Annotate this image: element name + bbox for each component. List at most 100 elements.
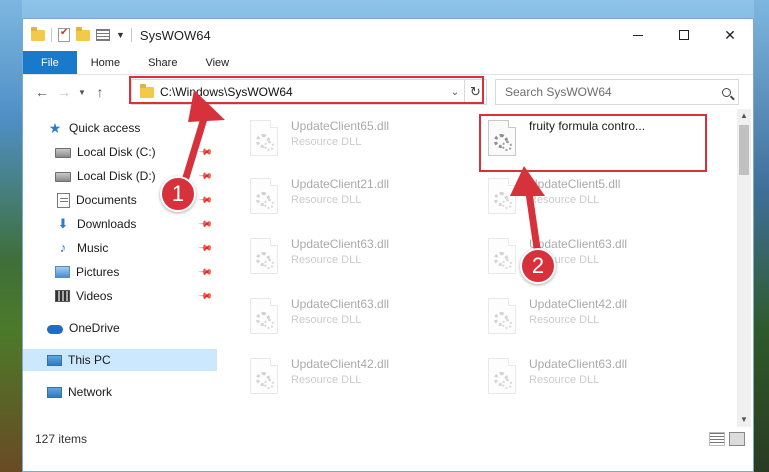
address-bar-highlight	[129, 76, 484, 104]
pin-icon[interactable]: 📌	[198, 144, 213, 160]
file-item[interactable]: UpdateClient63.dll Resource DLL	[485, 235, 707, 287]
music-icon: ♪	[59, 240, 67, 255]
back-arrow-icon[interactable]: ←	[31, 84, 53, 100]
scroll-up-icon[interactable]: ▲	[737, 109, 751, 123]
search-input[interactable]: Search SysWOW64	[496, 85, 714, 99]
view-icon[interactable]	[96, 29, 110, 41]
file-item[interactable]: UpdateClient65.dll Resource DLL	[247, 117, 469, 169]
scroll-thumb[interactable]	[739, 125, 749, 175]
file-item[interactable]: UpdateClient42.dll Resource DLL	[485, 295, 707, 347]
toolbar-divider	[51, 28, 52, 42]
file-name: UpdateClient42.dll	[291, 357, 390, 371]
dll-file-icon	[247, 120, 281, 160]
file-type: Resource DLL	[529, 314, 600, 326]
pin-icon[interactable]: 📌	[198, 240, 213, 256]
network-icon	[47, 386, 62, 398]
scroll-down-icon[interactable]: ▼	[737, 413, 751, 427]
close-button[interactable]: ✕	[707, 19, 753, 51]
documents-icon	[57, 192, 70, 208]
download-icon: ⬇	[57, 216, 69, 231]
sidebar-item-network[interactable]: Network	[23, 381, 217, 403]
customize-toolbar-chevron-icon[interactable]: ▼	[116, 30, 125, 40]
dll-file-icon	[247, 298, 281, 338]
star-icon: ★	[48, 120, 62, 136]
step-badge-2: 2	[520, 248, 556, 284]
pictures-icon	[55, 266, 70, 278]
minimize-icon	[633, 34, 643, 36]
dll-file-icon	[247, 178, 281, 218]
quick-access-toolbar: ▼	[23, 26, 132, 42]
file-item[interactable]: UpdateClient42.dll Resource DLL	[247, 355, 469, 407]
chevron-down-icon[interactable]: ▼	[75, 88, 89, 97]
pin-icon[interactable]: 📌	[198, 288, 213, 304]
sidebar-item-quick-access[interactable]: ★ Quick access	[23, 117, 217, 139]
file-name: UpdateClient63.dll	[291, 297, 390, 311]
title-bar: ▼ SysWOW64 ✕	[23, 19, 753, 51]
sidebar-item-onedrive[interactable]: OneDrive	[23, 317, 217, 339]
step-badge-1: 1	[160, 176, 196, 212]
maximize-button[interactable]	[661, 19, 707, 51]
minimize-button[interactable]	[615, 19, 661, 51]
sidebar-item-music[interactable]: ♪ Music 📌	[23, 237, 217, 259]
details-view-icon[interactable]	[709, 432, 725, 446]
pin-icon[interactable]: 📌	[198, 192, 213, 208]
view-toggles	[709, 432, 745, 446]
computer-icon	[47, 354, 62, 366]
window-title: SysWOW64	[139, 27, 211, 43]
pin-icon[interactable]: 📌	[198, 168, 213, 184]
disk-icon	[55, 172, 71, 182]
file-highlight	[479, 114, 707, 172]
tab-home[interactable]: Home	[77, 51, 134, 74]
ribbon-tabs: File Home Share View	[23, 51, 753, 75]
dll-file-icon	[485, 358, 519, 398]
desktop-background-left	[0, 0, 22, 472]
file-type: Resource DLL	[291, 136, 362, 148]
search-icon[interactable]	[714, 87, 738, 97]
tab-view[interactable]: View	[191, 51, 243, 74]
tab-share[interactable]: Share	[134, 51, 191, 74]
file-item[interactable]: UpdateClient63.dll Resource DLL	[247, 235, 469, 287]
tab-file[interactable]: File	[23, 51, 77, 74]
dll-file-icon	[247, 238, 281, 278]
file-name: UpdateClient63.dll	[529, 357, 628, 371]
file-item[interactable]: UpdateClient63.dll Resource DLL	[485, 355, 707, 407]
navigation-pane: ★ Quick access Local Disk (C:) 📌 Local D…	[23, 109, 217, 427]
videos-icon	[55, 290, 70, 302]
search-box[interactable]: Search SysWOW64	[495, 79, 739, 105]
window-controls: ✕	[615, 19, 753, 51]
file-name: UpdateClient42.dll	[529, 297, 628, 311]
file-item[interactable]: UpdateClient5.dll Resource DLL	[485, 175, 707, 227]
close-icon: ✕	[724, 26, 736, 43]
file-type: Resource DLL	[291, 254, 362, 266]
maximize-icon	[679, 30, 689, 40]
dll-file-icon	[485, 178, 519, 218]
file-name: UpdateClient63.dll	[291, 237, 390, 251]
sidebar-item-downloads[interactable]: ⬇ Downloads 📌	[23, 213, 217, 235]
folder-icon	[31, 26, 45, 41]
file-name: UpdateClient21.dll	[291, 177, 390, 191]
status-bar: 127 items	[23, 427, 753, 451]
pin-icon[interactable]: 📌	[198, 264, 213, 280]
dll-file-icon	[485, 298, 519, 338]
sidebar-item-this-pc[interactable]: This PC	[23, 349, 217, 371]
cloud-icon	[47, 325, 63, 334]
file-type: Resource DLL	[291, 374, 362, 386]
pin-icon[interactable]: 📌	[198, 216, 213, 232]
properties-icon[interactable]	[58, 27, 70, 42]
sidebar-item-videos[interactable]: Videos 📌	[23, 285, 217, 307]
vertical-scrollbar[interactable]: ▲ ▼	[737, 109, 751, 427]
file-name: UpdateClient65.dll	[291, 119, 390, 133]
file-item[interactable]: UpdateClient21.dll Resource DLL	[247, 175, 469, 227]
new-folder-icon[interactable]	[76, 26, 90, 41]
file-type: Resource DLL	[529, 374, 600, 386]
sidebar-item-pictures[interactable]: Pictures 📌	[23, 261, 217, 283]
desktop-background-right	[754, 0, 769, 472]
sidebar-item-local-disk-c[interactable]: Local Disk (C:) 📌	[23, 141, 217, 163]
file-item[interactable]: UpdateClient63.dll Resource DLL	[247, 295, 469, 347]
large-icons-view-icon[interactable]	[729, 432, 745, 446]
toolbar-divider	[130, 28, 132, 42]
disk-icon	[55, 148, 71, 158]
dll-file-icon	[485, 238, 519, 278]
up-arrow-icon[interactable]: ↑	[89, 84, 111, 100]
forward-arrow-icon[interactable]: →	[53, 84, 75, 100]
